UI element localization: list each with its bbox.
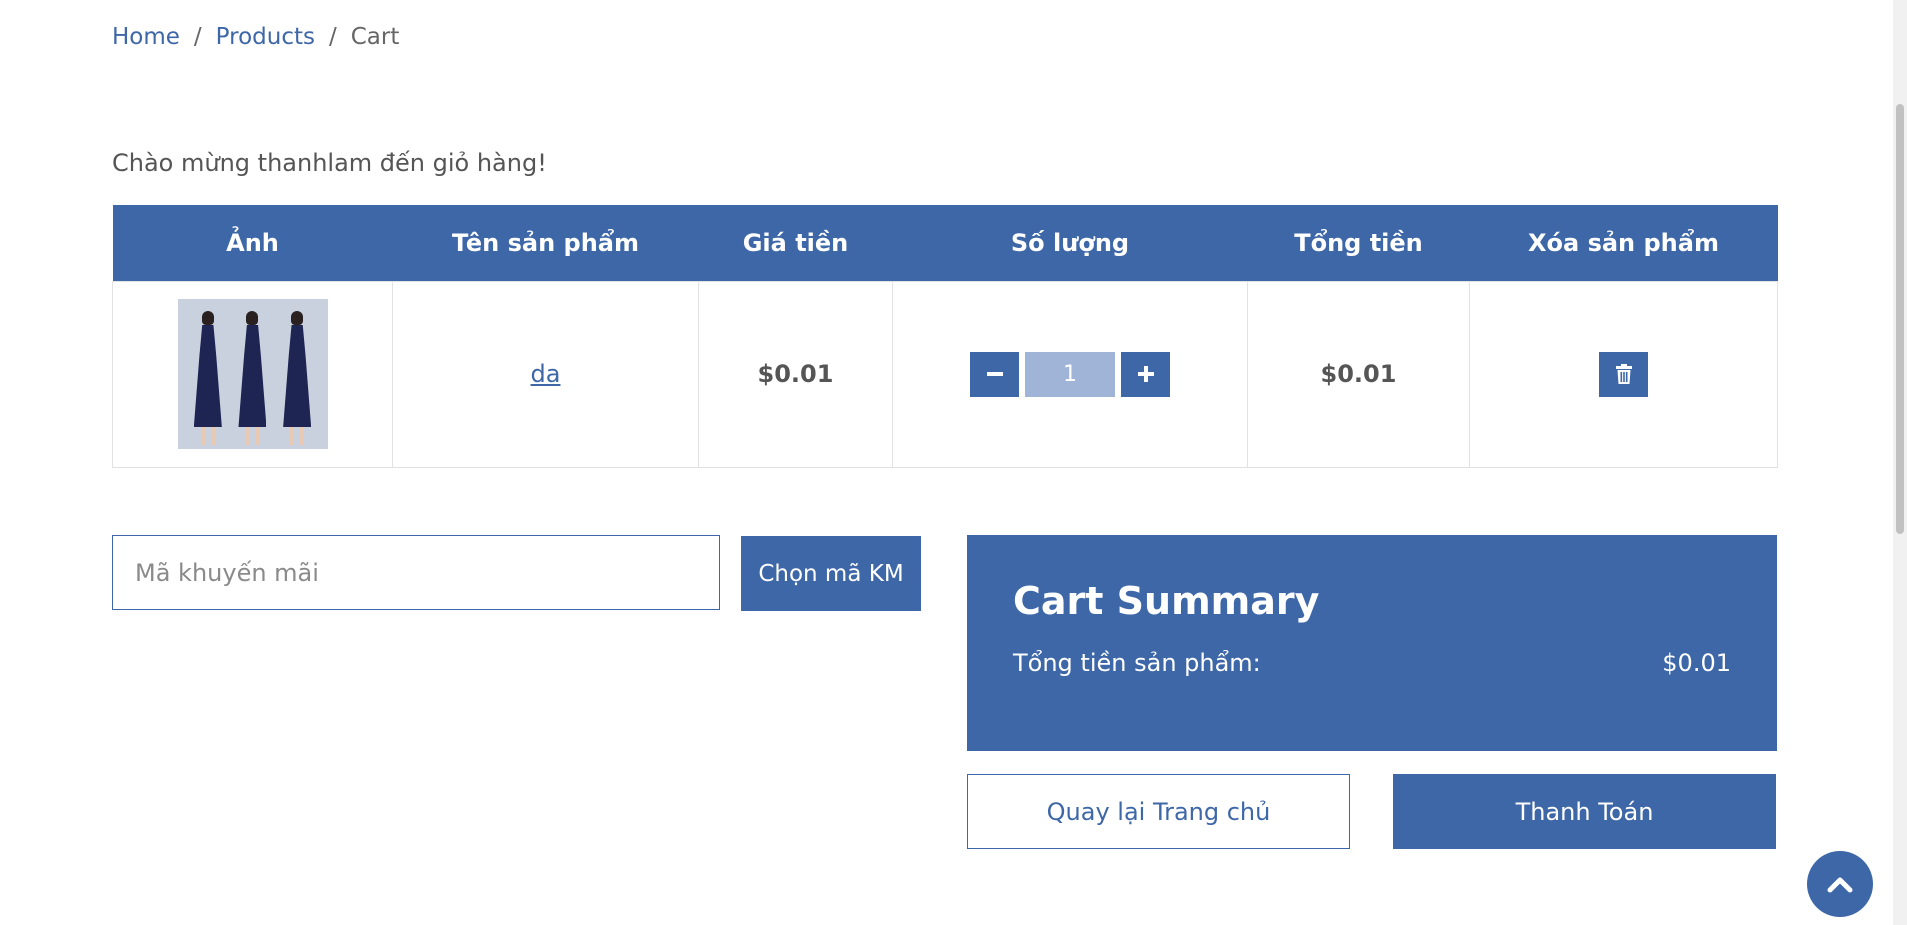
dress-figure <box>279 311 315 447</box>
product-name-cell: da <box>392 280 699 468</box>
cart-page: Home / Products / Cart Chào mừng thanhla… <box>0 0 1907 925</box>
cart-table: Ảnh Tên sản phẩm Giá tiền Số lượng Tổng … <box>112 205 1778 468</box>
quantity-input[interactable] <box>1025 351 1115 397</box>
product-name-link[interactable]: da <box>531 360 561 388</box>
back-to-home-button[interactable]: Quay lại Trang chủ <box>967 774 1350 849</box>
column-header-total: Tổng tiền <box>1247 205 1470 281</box>
page-scrollbar[interactable] <box>1893 0 1907 925</box>
plus-icon <box>1137 366 1154 382</box>
subtotal-row: Tổng tiền sản phẩm: $0.01 <box>1013 649 1731 677</box>
breadcrumb-separator: / <box>193 24 202 50</box>
table-row: da $0.01 1 $0.01 <box>112 280 1778 468</box>
breadcrumb-separator: / <box>328 24 337 50</box>
cart-table-header: Ảnh Tên sản phẩm Giá tiền Số lượng Tổng … <box>112 205 1778 281</box>
dress-figure <box>190 311 226 447</box>
product-total: $0.01 <box>1247 280 1470 468</box>
scrollbar-thumb[interactable] <box>1896 104 1904 534</box>
back-to-top-button[interactable] <box>1807 851 1873 917</box>
product-price: $0.01 <box>698 280 893 468</box>
checkout-button[interactable]: Thanh Toán <box>1393 774 1776 849</box>
minus-icon <box>986 372 1003 376</box>
column-header-product-name: Tên sản phẩm <box>392 205 699 281</box>
choose-promo-button[interactable]: Chọn mã KM <box>741 536 921 611</box>
cart-summary-title: Cart Summary <box>1013 579 1320 623</box>
chevron-up-icon <box>1827 877 1853 893</box>
cart-summary: Cart Summary Tổng tiền sản phẩm: $0.01 <box>967 535 1777 751</box>
quantity-stepper <box>970 351 1170 397</box>
product-image[interactable] <box>177 299 328 449</box>
breadcrumb-products[interactable]: Products <box>216 24 315 50</box>
breadcrumb: Home / Products / Cart <box>112 24 399 50</box>
column-header-image: Ảnh <box>112 205 393 281</box>
increase-quantity-button[interactable] <box>1121 351 1170 397</box>
delete-cell <box>1469 280 1778 468</box>
column-header-delete: Xóa sản phẩm <box>1469 205 1778 281</box>
breadcrumb-current: Cart <box>350 24 400 50</box>
promo-code-input[interactable] <box>112 535 720 610</box>
column-header-price: Giá tiền <box>698 205 893 281</box>
dress-figure <box>234 311 270 447</box>
quantity-cell <box>892 280 1248 468</box>
product-image-cell <box>112 280 393 468</box>
trash-icon <box>1615 364 1632 384</box>
subtotal-value: $0.01 <box>1662 649 1731 677</box>
decrease-quantity-button[interactable] <box>970 351 1019 397</box>
column-header-quantity: Số lượng <box>892 205 1248 281</box>
breadcrumb-home[interactable]: Home <box>112 24 180 50</box>
welcome-message: Chào mừng thanhlam đến giỏ hàng! <box>112 149 547 177</box>
delete-product-button[interactable] <box>1599 351 1648 397</box>
subtotal-label: Tổng tiền sản phẩm: <box>1013 649 1261 677</box>
